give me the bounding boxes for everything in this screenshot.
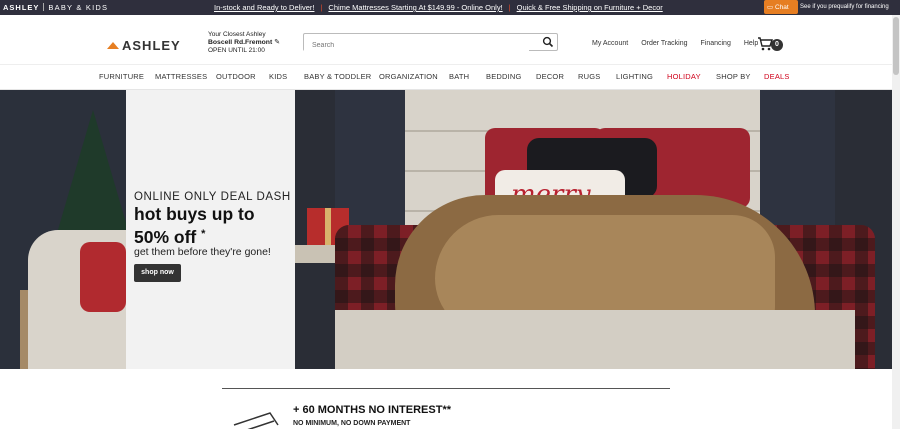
nav-item-baby-toddler[interactable]: BABY & TODDLER bbox=[304, 72, 371, 81]
cart-count-badge: 0 bbox=[771, 39, 783, 51]
promo-links: In-stock and Ready to Deliver! | Chime Mat… bbox=[214, 3, 663, 12]
site-header: ASHLEY Your Closest Ashley Boscell Rd.Fr… bbox=[0, 15, 892, 65]
page-scrollbar[interactable] bbox=[892, 15, 900, 429]
nav-item-lighting[interactable]: LIGHTING bbox=[616, 72, 653, 81]
nav-item-shop-by[interactable]: SHOP BY bbox=[716, 72, 751, 81]
search-box bbox=[303, 33, 558, 54]
nav-item-organization[interactable]: ORGANIZATION bbox=[379, 72, 438, 81]
search-icon[interactable] bbox=[542, 36, 554, 48]
topbar-brand-name: ASHLEY bbox=[3, 3, 40, 12]
promo-link-instock[interactable]: In-stock and Ready to Deliver! bbox=[214, 3, 314, 12]
hero-bed-image: merry bbox=[295, 90, 892, 369]
chat-button[interactable]: ▭ Chat bbox=[764, 0, 798, 14]
financing-prequalify-link[interactable]: See if you prequalify for financing bbox=[800, 4, 889, 10]
nav-item-furniture[interactable]: FURNITURE bbox=[99, 72, 144, 81]
hero-headline-line2: 50% off bbox=[134, 227, 197, 247]
financing-title: + 60 MONTHS NO INTEREST** bbox=[293, 404, 452, 416]
promo-bar: ASHLEY BABY & KIDS In-stock and Ready to … bbox=[0, 0, 900, 15]
topbar-brand-sub: BABY & KIDS bbox=[48, 3, 109, 12]
chat-label: Chat bbox=[774, 4, 789, 11]
shop-now-button[interactable]: shop now bbox=[134, 264, 181, 282]
gift-ribbon bbox=[325, 208, 331, 246]
order-tracking-link[interactable]: Order Tracking bbox=[641, 40, 687, 47]
financing-band: + 60 MONTHS NO INTEREST** NO MINIMUM, NO… bbox=[0, 369, 892, 429]
cart-button[interactable]: 0 bbox=[757, 37, 785, 53]
footboard-graphic bbox=[335, 310, 855, 369]
promo-divider: | bbox=[320, 3, 323, 12]
house-logo-icon bbox=[107, 42, 119, 49]
store-label: Your Closest Ashley bbox=[208, 31, 266, 38]
store-selector[interactable]: Your Closest Ashley Boscell Rd.Fremont ✎ … bbox=[208, 31, 280, 55]
financing-subtitle: NO MINIMUM, NO DOWN PAYMENT bbox=[293, 420, 411, 427]
store-name: Boscell Rd.Fremont bbox=[208, 39, 273, 46]
scrollbar-thumb[interactable] bbox=[893, 17, 899, 75]
main-nav: FURNITURE MATTRESSES OUTDOOR KIDS BABY &… bbox=[0, 65, 892, 90]
nav-item-bedding[interactable]: BEDDING bbox=[486, 72, 522, 81]
nav-item-decor[interactable]: DECOR bbox=[536, 72, 564, 81]
chair-leg-graphic bbox=[20, 290, 28, 369]
hero-subtext: get them before they're gone! bbox=[134, 246, 271, 258]
topbar-brand[interactable]: ASHLEY BABY & KIDS bbox=[3, 3, 108, 12]
divider-rule bbox=[222, 388, 670, 389]
search-input[interactable] bbox=[304, 37, 529, 54]
promo-link-shipping[interactable]: Quick & Free Shipping on Furniture + Dec… bbox=[517, 3, 663, 12]
christmas-tree-graphic bbox=[55, 110, 126, 240]
nav-item-bath[interactable]: BATH bbox=[449, 72, 469, 81]
promo-divider: | bbox=[508, 3, 511, 12]
hero-headline: hot buys up to 50% off * bbox=[134, 204, 294, 247]
header-links: My Account Order Tracking Financing Help bbox=[592, 40, 771, 47]
red-pillow-graphic bbox=[80, 242, 126, 312]
brand-divider bbox=[43, 3, 45, 11]
hero-kicker: ONLINE ONLY DEAL DASH bbox=[134, 191, 291, 203]
store-hours: OPEN UNTIL 21:00 bbox=[208, 47, 265, 54]
nav-item-holiday[interactable]: HOLIDAY bbox=[667, 72, 701, 81]
logo-text: ASHLEY bbox=[122, 38, 181, 53]
credit-card-icon bbox=[233, 412, 279, 429]
nav-item-rugs[interactable]: RUGS bbox=[578, 72, 600, 81]
hero-headline-line1: hot buys up to bbox=[134, 204, 255, 224]
nav-item-outdoor[interactable]: OUTDOOR bbox=[216, 72, 256, 81]
nav-item-mattresses[interactable]: MATTRESSES bbox=[155, 72, 207, 81]
ashley-logo[interactable]: ASHLEY bbox=[107, 38, 181, 53]
nav-item-kids[interactable]: KIDS bbox=[269, 72, 287, 81]
hero-text-panel: ONLINE ONLY DEAL DASH hot buys up to 50%… bbox=[126, 90, 295, 369]
hero-banner[interactable]: ONLINE ONLY DEAL DASH hot buys up to 50%… bbox=[0, 90, 892, 369]
hero-asterisk: * bbox=[201, 228, 206, 240]
edit-pencil-icon[interactable]: ✎ bbox=[274, 39, 280, 46]
hero-left-image bbox=[0, 90, 126, 369]
financing-link[interactable]: Financing bbox=[700, 40, 730, 47]
promo-link-mattresses[interactable]: Chime Mattresses Starting At $149.99 - O… bbox=[328, 3, 502, 12]
my-account-link[interactable]: My Account bbox=[592, 40, 628, 47]
nav-item-deals[interactable]: DEALS bbox=[764, 72, 790, 81]
chat-icon: ▭ bbox=[767, 4, 774, 11]
